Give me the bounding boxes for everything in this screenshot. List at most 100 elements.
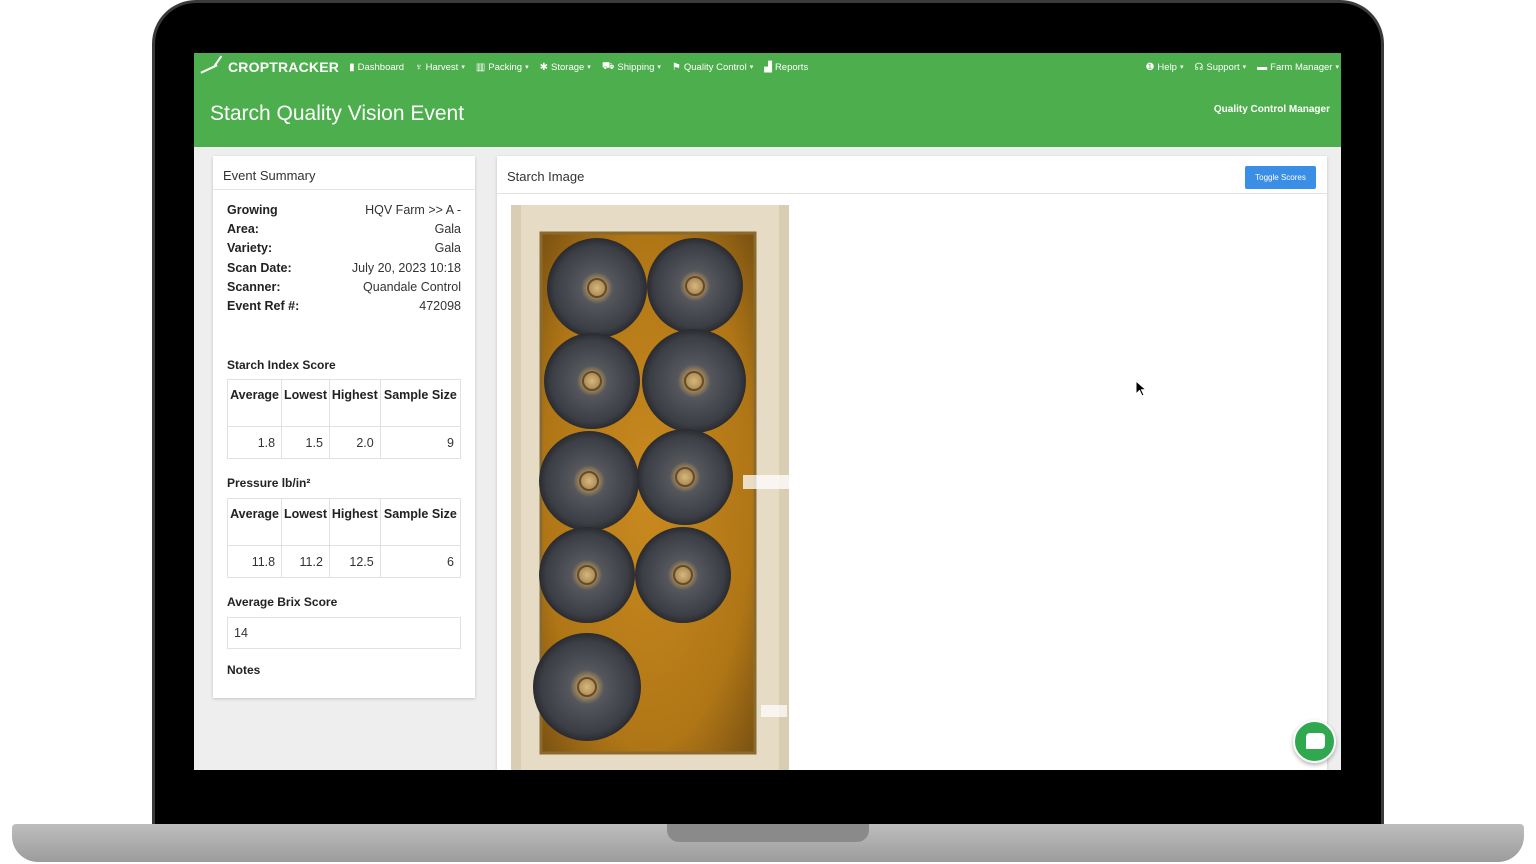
apple-slice-6 [637, 429, 733, 525]
bookmark-icon: ▮ [349, 61, 355, 73]
field-value: July 20, 2023 10:18 [351, 261, 461, 275]
table-row: 1.8 1.5 2.0 9 [226, 426, 462, 459]
chevron-down-icon: ▾ [525, 64, 529, 71]
page-title: Starch Quality Vision Event [210, 102, 465, 125]
nav-quality-control[interactable]: ⚑ Quality Control ▾ [672, 62, 753, 73]
starch-scan-image[interactable] [511, 205, 789, 770]
nav-label: Shipping [617, 61, 655, 73]
field-value: HQV Farm >> A - [365, 203, 461, 217]
chat-button[interactable] [1293, 720, 1336, 763]
briefcase-icon: ▬ [1257, 61, 1268, 73]
brix-value: 14 [227, 617, 461, 649]
brand-name: CROPTRACKER [228, 59, 340, 75]
field-key: Event Ref #: [227, 299, 300, 313]
table-cell: 12.5 [328, 545, 381, 578]
table-cell: 1.8 [226, 426, 283, 459]
mouse-cursor-icon [1135, 380, 1147, 397]
chevron-down-icon: ▾ [1335, 64, 1339, 71]
field-value: Quandale Control [363, 280, 461, 294]
nav-label: Dashboard [357, 61, 405, 73]
navbar-right: ❶ Help ▾ ☊ Support ▾ ▬ Farm Manager ▾ [1145, 62, 1341, 73]
chevron-down-icon: ▾ [587, 64, 591, 71]
field-value: Gala [434, 241, 461, 255]
nav-label: Harvest [425, 61, 459, 73]
nav-packing[interactable]: ▥ Packing ▾ [476, 62, 529, 73]
pressure-table: Average Lowest Highest Sample Size 11.8 … [226, 498, 462, 578]
laptop-notch [667, 824, 869, 842]
toggle-scores-button[interactable]: Toggle Scores [1245, 166, 1316, 189]
table-cell: 11.8 [226, 545, 283, 578]
field-value: 472098 [419, 299, 461, 313]
gear-icon: ✱ [539, 61, 549, 73]
croptracker-logo-icon [198, 56, 228, 78]
apple-slice-4 [642, 329, 746, 433]
nav-storage[interactable]: ✱ Storage ▾ [540, 62, 591, 73]
apple-slice-8 [635, 527, 731, 623]
flag-icon: ⚑ [671, 61, 681, 73]
harvest-icon: ♆ [415, 61, 423, 73]
nav-help[interactable]: ❶ Help ▾ [1145, 62, 1183, 73]
pressure-label: Pressure lb/in² [227, 476, 311, 490]
field-scan-date: Scan Date: July 20, 2023 10:18 [227, 261, 461, 275]
starch-index-table: Average Lowest Highest Sample Size 1.8 1… [226, 379, 462, 459]
apple-slice-9 [533, 633, 641, 741]
starch-index-label: Starch Index Score [227, 358, 336, 372]
chevron-down-icon: ▾ [657, 64, 661, 71]
nav-dashboard[interactable]: ▮ Dashboard [349, 62, 404, 73]
nav-label: Help [1157, 61, 1177, 73]
nav-farm-manager[interactable]: ▬ Farm Manager ▾ [1257, 62, 1339, 73]
column-header: Highest [328, 379, 381, 427]
event-summary-panel: Event Summary Growing HQV Farm >> A - Ar… [213, 156, 475, 698]
nav-label: Quality Control [683, 61, 747, 73]
apple-slice-5 [539, 431, 639, 531]
apple-slice-7 [539, 527, 635, 623]
apple-slice-2 [647, 238, 743, 334]
starch-image-panel: Starch Image Toggle Scores [497, 156, 1327, 770]
table-cell: 11.2 [281, 545, 330, 578]
chevron-down-icon: ▾ [1242, 64, 1247, 71]
field-key: Scanner: [227, 280, 281, 294]
chevron-down-icon: ▾ [461, 64, 465, 71]
nav-label: Reports [774, 61, 809, 73]
bar-chart-icon: ▟ [764, 61, 772, 73]
field-key: Scan Date: [227, 261, 292, 275]
column-header: Lowest [281, 498, 330, 546]
nav-label: Packing [488, 61, 523, 73]
chevron-down-icon: ▾ [1179, 64, 1184, 71]
brand-logo[interactable]: CROPTRACKER [198, 56, 339, 78]
nav-shipping[interactable]: ⛟ Shipping ▾ [602, 61, 661, 74]
apple-slice-1 [547, 238, 647, 338]
column-header: Lowest [281, 379, 330, 427]
column-header: Average [226, 379, 283, 427]
event-summary-heading: Event Summary [213, 156, 475, 190]
chat-bubble-icon [1306, 733, 1325, 749]
column-header: Average [226, 498, 283, 546]
notes-label: Notes [227, 663, 261, 677]
brix-label: Average Brix Score [227, 595, 338, 609]
field-key: Variety: [227, 241, 273, 255]
nav-harvest[interactable]: ♆ Harvest ▾ [415, 62, 465, 73]
nav-label: Storage [551, 61, 585, 73]
column-header: Highest [328, 498, 381, 546]
field-growing: Growing HQV Farm >> A - [227, 203, 461, 217]
table-cell: 1.5 [281, 426, 330, 459]
info-icon: ❶ [1145, 61, 1155, 73]
table-row: 11.8 11.2 12.5 6 [226, 545, 462, 578]
field-scanner: Scanner: Quandale Control [227, 280, 461, 294]
table-cell: 2.0 [328, 426, 381, 459]
field-key: Growing [227, 203, 278, 217]
starch-image-heading: Starch Image [497, 156, 1327, 194]
nav-label: Farm Manager [1270, 61, 1333, 73]
column-header: Sample Size [379, 498, 462, 546]
apple-slice-3 [544, 333, 640, 429]
nav-support[interactable]: ☊ Support ▾ [1194, 62, 1246, 73]
app-screen: CROPTRACKER ▮ Dashboard ♆ Harvest ▾ ▥ Pa… [194, 53, 1341, 770]
headset-icon: ☊ [1194, 61, 1204, 73]
field-area: Area: Gala [227, 222, 461, 236]
truck-icon: ⛟ [601, 60, 615, 72]
nav-reports[interactable]: ▟ Reports [764, 62, 808, 73]
table-cell: 9 [379, 426, 462, 459]
column-header: Sample Size [379, 379, 462, 427]
field-value: Gala [434, 222, 461, 236]
top-navbar: CROPTRACKER ▮ Dashboard ♆ Harvest ▾ ▥ Pa… [194, 53, 1341, 81]
